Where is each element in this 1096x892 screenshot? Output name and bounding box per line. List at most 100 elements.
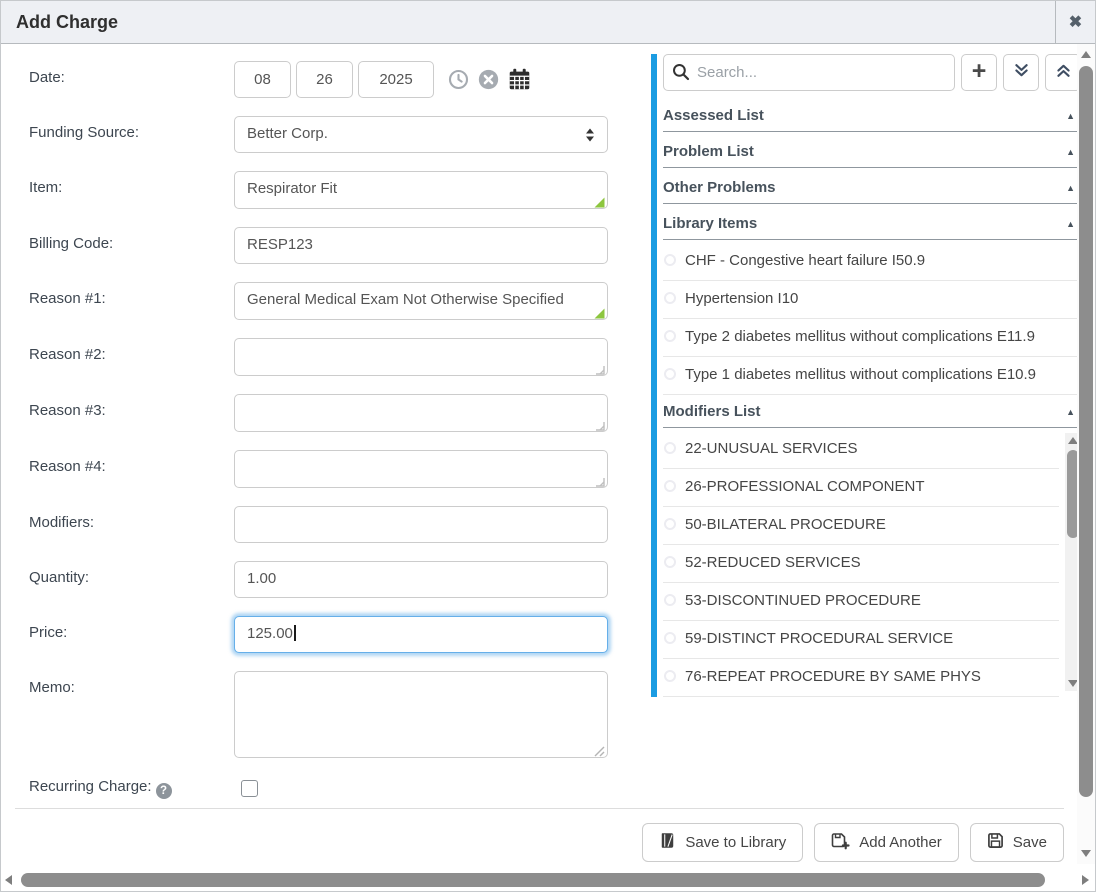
billing-code-row: Billing Code: RESP123 <box>29 227 611 264</box>
circle-bullet-icon <box>664 632 676 644</box>
item-textarea[interactable]: Respirator Fit <box>234 171 608 209</box>
memo-textarea[interactable] <box>234 671 608 758</box>
footer-divider <box>15 808 1064 809</box>
list-item[interactable]: Hypertension I10 <box>663 281 1081 319</box>
list-item[interactable]: 53-DISCONTINUED PROCEDURE <box>663 583 1059 621</box>
search-icon <box>672 63 690 86</box>
reason4-row: Reason #4: <box>29 450 611 488</box>
calendar-icon[interactable] <box>508 68 531 91</box>
section-label: Problem List <box>663 143 754 160</box>
recurring-label: Recurring Charge: <box>29 778 152 795</box>
memo-row: Memo: <box>29 671 611 758</box>
save-button[interactable]: Save <box>970 823 1064 862</box>
resize-grip-icon[interactable] <box>594 306 605 317</box>
reason4-label: Reason #4: <box>29 450 234 488</box>
reason1-label: Reason #1: <box>29 282 234 320</box>
scroll-down-icon[interactable] <box>1081 850 1091 857</box>
recurring-checkbox[interactable] <box>241 780 258 797</box>
add-charge-modal: Add Charge ✖ Date: 08 26 2025 <box>0 0 1096 892</box>
circle-bullet-icon <box>664 556 676 568</box>
collapse-arrow-icon: ▲ <box>1066 183 1075 193</box>
scroll-left-icon[interactable] <box>5 875 12 885</box>
billing-code-input[interactable]: RESP123 <box>234 227 608 264</box>
item-value: Respirator Fit <box>247 180 337 197</box>
scrollbar-thumb[interactable] <box>1079 66 1093 797</box>
reason1-textarea[interactable]: General Medical Exam Not Otherwise Speci… <box>234 282 608 320</box>
resize-grip-icon[interactable] <box>594 418 605 429</box>
section-label: Assessed List <box>663 107 764 124</box>
clear-date-icon[interactable] <box>478 69 499 90</box>
collapse-arrow-icon: ▲ <box>1066 407 1075 417</box>
help-icon[interactable]: ? <box>156 783 172 799</box>
reason1-value: General Medical Exam Not Otherwise Speci… <box>247 291 564 308</box>
expand-all-button[interactable] <box>1003 54 1039 91</box>
circle-bullet-icon <box>664 442 676 454</box>
plus-icon: + <box>972 59 987 84</box>
section-label: Modifiers List <box>663 403 761 420</box>
funding-source-select[interactable]: Better Corp. <box>234 116 608 153</box>
search-input[interactable] <box>663 54 955 91</box>
date-year-input[interactable]: 2025 <box>358 61 434 98</box>
list-item[interactable]: Type 1 diabetes mellitus without complic… <box>663 357 1081 395</box>
reason2-label: Reason #2: <box>29 338 234 376</box>
save-to-library-button[interactable]: Save to Library <box>642 823 803 862</box>
circle-bullet-icon <box>664 368 676 380</box>
resize-grip-icon[interactable] <box>594 362 605 373</box>
date-day-input[interactable]: 26 <box>296 61 353 98</box>
text-caret <box>294 625 296 641</box>
list-item[interactable]: 52-REDUCED SERVICES <box>663 545 1059 583</box>
collapse-all-button[interactable] <box>1045 54 1081 91</box>
add-code-button[interactable]: + <box>961 54 997 91</box>
reason4-textarea[interactable] <box>234 450 608 488</box>
circle-bullet-icon <box>664 594 676 606</box>
list-item[interactable]: 26-PROFESSIONAL COMPONENT <box>663 469 1059 507</box>
modal-header: Add Charge <box>1 1 1095 44</box>
scroll-right-icon[interactable] <box>1082 875 1089 885</box>
list-item[interactable]: 76-REPEAT PROCEDURE BY SAME PHYS <box>663 659 1059 697</box>
section-label: Library Items <box>663 215 757 232</box>
close-button[interactable]: ✖ <box>1055 1 1095 43</box>
funding-source-value: Better Corp. <box>247 125 328 142</box>
reason3-textarea[interactable] <box>234 394 608 432</box>
select-arrows-icon <box>586 128 594 141</box>
save-label: Save <box>1013 834 1047 851</box>
date-month-input[interactable]: 08 <box>234 61 291 98</box>
section-header-other-problems[interactable]: Other Problems ▲ <box>663 171 1081 204</box>
resize-grip-icon[interactable] <box>594 744 605 755</box>
add-another-label: Add Another <box>859 834 942 851</box>
quantity-value: 1.00 <box>247 570 276 587</box>
horizontal-scrollbar[interactable] <box>1 871 1091 889</box>
section-header-modifiers-list[interactable]: Modifiers List ▲ <box>663 395 1081 428</box>
circle-bullet-icon <box>664 292 676 304</box>
quantity-input[interactable]: 1.00 <box>234 561 608 598</box>
floppy-icon <box>987 832 1004 853</box>
quantity-label: Quantity: <box>29 561 234 598</box>
resize-grip-icon[interactable] <box>594 195 605 206</box>
footer-buttons: Save to Library Add Another Save <box>642 823 1064 862</box>
list-item[interactable]: CHF - Congestive heart failure I50.9 <box>663 243 1081 281</box>
section-header-library-items[interactable]: Library Items ▲ <box>663 207 1081 240</box>
section-header-assessed-list[interactable]: Assessed List ▲ <box>663 99 1081 132</box>
modifiers-input[interactable] <box>234 506 608 543</box>
list-item[interactable]: 22-UNUSUAL SERVICES <box>663 431 1059 469</box>
add-another-button[interactable]: Add Another <box>814 823 959 862</box>
clock-icon[interactable] <box>448 69 469 90</box>
vertical-scrollbar[interactable] <box>1077 44 1095 864</box>
modifiers-row: Modifiers: <box>29 506 611 543</box>
section-header-problem-list[interactable]: Problem List ▲ <box>663 135 1081 168</box>
item-row: Item: Respirator Fit <box>29 171 611 209</box>
reason3-row: Reason #3: <box>29 394 611 432</box>
scrollbar-thumb[interactable] <box>21 873 1045 887</box>
list-item[interactable]: 59-DISTINCT PROCEDURAL SERVICE <box>663 621 1059 659</box>
section-label: Other Problems <box>663 179 776 196</box>
collapse-arrow-icon: ▲ <box>1066 219 1075 229</box>
quantity-row: Quantity: 1.00 <box>29 561 611 598</box>
price-input[interactable]: 125.00 <box>234 616 608 653</box>
list-item[interactable]: Type 2 diabetes mellitus without complic… <box>663 319 1081 357</box>
resize-grip-icon[interactable] <box>594 474 605 485</box>
scroll-up-icon[interactable] <box>1081 51 1091 58</box>
reason2-textarea[interactable] <box>234 338 608 376</box>
list-item[interactable]: 50-BILATERAL PROCEDURE <box>663 507 1059 545</box>
close-icon: ✖ <box>1069 12 1082 32</box>
billing-code-label: Billing Code: <box>29 227 234 264</box>
